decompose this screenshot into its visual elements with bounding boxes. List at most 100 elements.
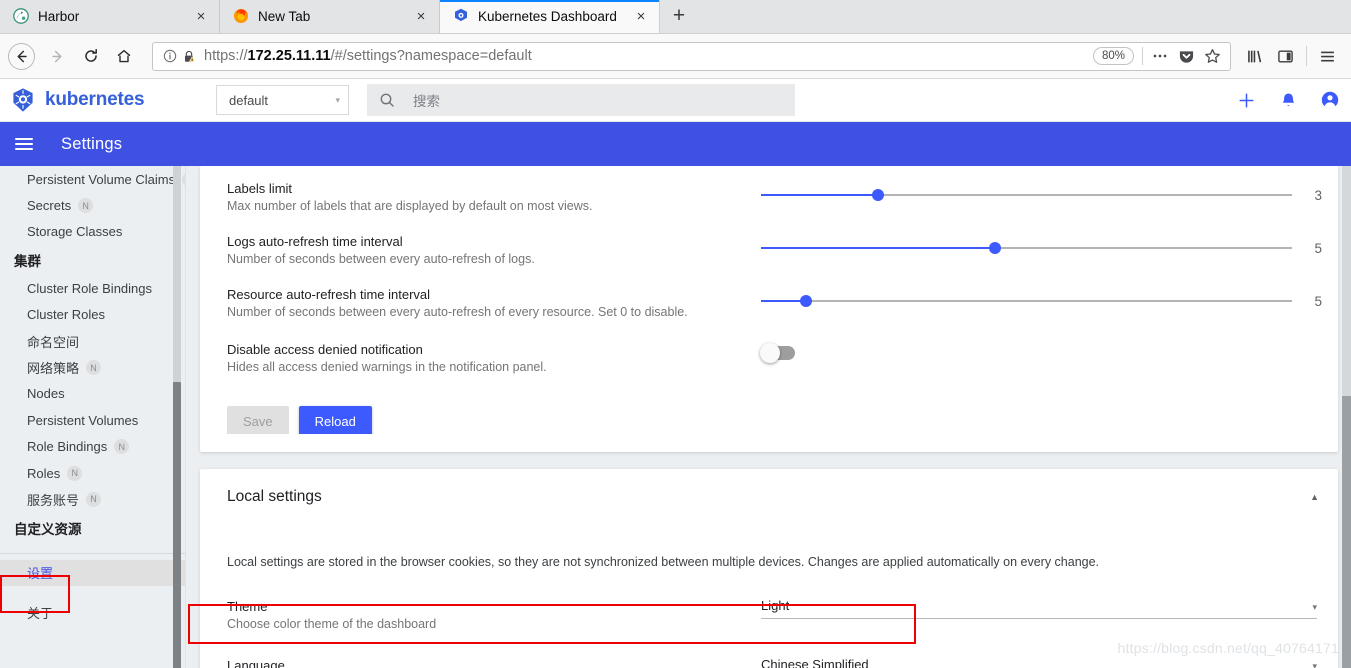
info-circle-icon[interactable] [163,49,177,63]
library-icon[interactable] [1239,41,1270,72]
kubernetes-logo[interactable]: kubernetes [10,87,210,113]
sidebar-item-service-accounts[interactable]: 服务账号 N [0,486,185,512]
sidebar-item-persistent-volumes[interactable]: Persistent Volumes [0,407,185,433]
chevron-down-icon: ▾ [1312,602,1317,612]
sidebar-item-network-policies[interactable]: 网络策略 N [0,354,185,380]
forward-button [41,40,74,73]
sidebar-item-cluster-role-bindings[interactable]: Cluster Role Bindings [0,275,185,301]
pocket-icon[interactable] [1173,43,1199,69]
sidebar-item-label: 关于 [27,605,54,621]
labels-limit-value: 3 [1314,187,1322,203]
local-settings-title: Local settings [227,488,322,505]
browser-tab-kubernetes-dashboard[interactable]: Kubernetes Dashboard × [440,0,660,33]
slider-fill [761,247,995,249]
resource-autorefresh-value: 5 [1314,293,1322,309]
page-title: Settings [61,134,123,153]
slider-track [761,300,1292,302]
slider-thumb[interactable] [800,295,813,307]
sidebar: Persistent Volume Claims N Secrets N Sto… [0,166,186,668]
page-actions-icon[interactable] [1147,43,1173,69]
page-toolbar: Settings [0,122,1351,166]
notifications-bell-icon[interactable] [1267,79,1309,121]
close-icon[interactable]: × [411,6,431,26]
toggle-knob [760,343,780,363]
slider-thumb[interactable] [988,242,1001,254]
setting-control [760,341,1322,363]
namespaced-badge: N [86,491,102,507]
logs-autorefresh-slider[interactable] [761,238,1292,258]
setting-title: Labels limit [227,181,293,196]
sidebar-item-settings[interactable]: 设置 [0,559,185,587]
close-icon[interactable]: × [191,6,211,26]
sidebar-item-roles[interactable]: Roles N [0,460,185,486]
local-settings-header[interactable]: Local settings ▲ [216,469,1322,525]
namespaced-badge: N [114,439,130,455]
browser-chrome: Harbor × New Tab × Kubernetes Dashboard … [0,0,1351,79]
address-bar[interactable]: https://172.25.11.11/#/settings?namespac… [152,41,1231,71]
lock-warning-icon[interactable] [182,49,196,64]
setting-control: 3 [761,180,1322,205]
sidebar-item-nodes[interactable]: Nodes [0,381,185,407]
setting-description: Max number of labels that are displayed … [227,199,593,213]
account-icon[interactable] [1309,79,1351,121]
search-placeholder: 搜索 [413,94,440,109]
setting-text: Labels limit Max number of labels that a… [216,180,761,215]
namespace-selector[interactable]: default ▾ [216,85,349,115]
global-settings-rows: Labels limit Max number of labels that a… [216,166,1322,434]
sidebar-item-label: Persistent Volumes [27,412,139,428]
namespaced-badge: N [78,198,94,214]
namespaced-badge: N [86,360,102,376]
disable-access-denied-toggle[interactable] [760,343,795,363]
reload-button[interactable] [74,40,107,73]
sidebar-item-storage-classes[interactable]: Storage Classes [0,219,185,245]
namespace-value: default [229,92,269,108]
divider [1142,47,1143,65]
search-input[interactable]: 搜索 [367,84,795,116]
create-icon[interactable] [1225,79,1267,121]
url-text[interactable]: https://172.25.11.11/#/settings?namespac… [204,48,1093,64]
labels-limit-slider[interactable] [761,185,1292,205]
sidebar-icon[interactable] [1270,41,1301,72]
main-scrollbar-thumb[interactable] [1342,396,1351,668]
setting-text: Logs auto-refresh time interval Number o… [216,233,761,268]
sidebar-item-cluster-roles[interactable]: Cluster Roles [0,302,185,328]
home-button[interactable] [107,40,140,73]
new-tab-button[interactable]: + [660,0,698,33]
language-select[interactable]: Chinese Simplified ▾ [761,657,1317,668]
setting-control: 5 [761,233,1322,258]
tab-title: New Tab [258,8,311,24]
setting-title: Language [227,658,285,668]
setting-title: Disable access denied notification [227,342,423,357]
setting-row-disable-access-denied: Disable access denied notification Hides… [216,321,1322,376]
navigation-toolbar: https://172.25.11.11/#/settings?namespac… [0,34,1351,79]
chevron-down-icon: ▾ [1312,661,1317,668]
sidebar-scroll-area: Persistent Volume Claims N Secrets N Sto… [0,166,185,625]
tab-title: Harbor [38,8,80,24]
sidebar-item-about[interactable]: 关于 [0,599,185,625]
close-icon[interactable]: × [631,6,651,26]
sidebar-item-secrets[interactable]: Secrets N [0,192,185,218]
slider-thumb[interactable] [871,189,884,201]
logo-text: kubernetes [45,89,145,110]
setting-description: Hides all access denied warnings in the … [227,360,547,374]
back-button[interactable] [8,42,35,70]
sidebar-scrollbar-thumb[interactable] [173,382,181,668]
global-settings-actions: Save Reload [216,376,1322,434]
sidebar-item-namespaces[interactable]: 命名空间 [0,328,185,354]
browser-tab-harbor[interactable]: Harbor × [0,0,220,33]
browser-tab-new-tab[interactable]: New Tab × [220,0,440,33]
app-menu-icon[interactable] [1312,41,1343,72]
resource-autorefresh-slider[interactable] [761,291,1292,311]
local-settings-card: Local settings ▲ Local settings are stor… [200,469,1338,668]
caret-up-icon[interactable]: ▲ [1310,492,1319,502]
theme-select[interactable]: Light ▾ [761,598,1317,619]
bookmark-star-icon[interactable] [1199,43,1225,69]
zoom-level-indicator[interactable]: 80% [1092,47,1134,65]
logs-autorefresh-value: 5 [1314,240,1322,256]
reload-button[interactable]: Reload [298,406,372,434]
setting-text: Disable access denied notification Hides… [216,341,761,376]
hamburger-menu-icon[interactable] [15,138,45,150]
sidebar-item-role-bindings[interactable]: Role Bindings N [0,434,185,460]
sidebar-item-persistent-volume-claims[interactable]: Persistent Volume Claims N [0,166,185,192]
save-button[interactable]: Save [227,406,289,434]
